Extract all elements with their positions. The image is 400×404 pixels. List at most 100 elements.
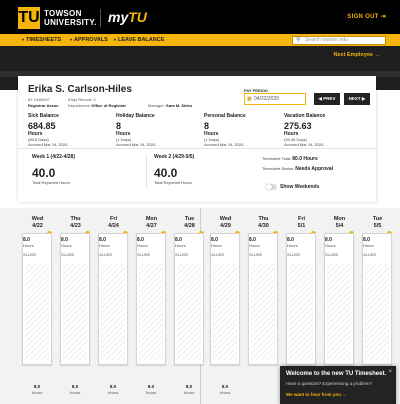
employee-panel: Erika S. Carlson-Hiles ID: 0165097 Empl … (18, 76, 376, 202)
next-button[interactable]: NEXT ▶ (344, 93, 370, 105)
day-date: 5/5 (373, 223, 382, 229)
day-header: Fri 5/1 (283, 216, 320, 230)
entry-code: SLUSE (287, 252, 301, 257)
towson-logo-mark[interactable]: TU (18, 7, 40, 29)
timesheet-total: Timesheet Total: 80.0 Hours (262, 156, 318, 162)
day-of-week: Wed (31, 216, 44, 222)
nav-timesheets-label: TIMESHEETS (26, 37, 62, 43)
sign-out-button[interactable]: SIGN OUT ⇥ (347, 13, 386, 21)
day-column: Thu 4/30 (245, 208, 282, 230)
day-entry-card[interactable]: 8.0 Hours SLUSE (22, 233, 52, 365)
balance-value: 684.85 (28, 121, 56, 131)
day-entry-card[interactable]: 8.0 Hours SLUSE (98, 233, 128, 365)
next-row-entry[interactable]: 8.0 Hours (174, 384, 204, 395)
week-total-value: 40.0 (32, 166, 56, 180)
week-divider (146, 154, 147, 188)
day-of-week: Thu (258, 216, 269, 222)
panel-divider (18, 148, 376, 149)
show-weekends-toggle[interactable] (266, 184, 277, 190)
search-input[interactable]: ⚲ Search towson.edu (292, 35, 386, 45)
total-label: Timesheet Total: (262, 156, 292, 161)
towson-wordmark[interactable]: TOWSON UNIVERSITY. (44, 9, 97, 27)
day-date: 4/22 (32, 223, 43, 229)
day-of-week: Fri (297, 216, 306, 222)
entry-hours-label: Hours (61, 243, 72, 248)
next-row-entry[interactable]: 8.0 Hours (210, 384, 240, 395)
top-bar: TU TOWSON UNIVERSITY. myTU SIGN OUT ⇥ (0, 0, 400, 34)
day-date: 4/29 (220, 223, 231, 229)
logo-line-1: TOWSON (44, 9, 82, 18)
day-entry-card[interactable]: 8.0 Hours SLUSE (248, 233, 278, 365)
day-date: 4/28 (184, 223, 195, 229)
entry-hours-label: Hours (219, 390, 231, 395)
calendar-icon: ▦ (247, 96, 252, 102)
day-of-week: Mon (145, 216, 158, 222)
employee-title-text: Registrar Assoc (28, 103, 59, 108)
pay-period-input[interactable]: ▦ 04/22/2020 (244, 93, 306, 105)
next-row-entry[interactable]: 8.0 Hours (136, 384, 166, 395)
day-date: 4/27 (146, 223, 157, 229)
week-total-value: 40.0 (154, 166, 178, 180)
entry-code: SLUSE (249, 252, 263, 257)
status-label: Timesheet Status: (262, 166, 295, 171)
employee-id-label: ID: (28, 97, 34, 102)
balance-accrued: Accrued Mar 24, 2020 (204, 142, 244, 147)
day-column: Tue 4/28 (171, 208, 208, 230)
status-value: Needs Approval (295, 166, 334, 172)
week-title: Week 1 (4/22-4/28) (32, 154, 75, 160)
entry-code: SLUSE (363, 252, 377, 257)
week-title: Week 2 (4/29-5/5) (154, 154, 195, 160)
entry-code: SLUSE (175, 252, 189, 257)
mytu-prefix: my (108, 9, 129, 25)
day-of-week: Tue (372, 216, 383, 222)
next-employee-link[interactable]: Next Employee → (334, 51, 380, 59)
entry-hours-label: Hours (249, 243, 260, 248)
day-of-week: Wed (219, 216, 232, 222)
entry-hatch (251, 264, 275, 360)
next-row-entry[interactable]: 8.0 Hours (98, 384, 128, 395)
day-of-week: Tue (184, 216, 195, 222)
signout-arrow-icon: ⇥ (380, 14, 386, 20)
day-entry-card[interactable]: 8.0 Hours SLUSE (210, 233, 240, 365)
day-entry-card[interactable]: 8.0 Hours SLUSE (324, 233, 354, 365)
next-row-entry[interactable]: 8.0 Hours (22, 384, 52, 395)
day-entry-card[interactable]: 8.0 Hours SLUSE (362, 233, 392, 365)
welcome-toast: Welcome to the new TU Timesheet. Have a … (280, 366, 396, 404)
nav-leave-balance[interactable]: ▾ LEAVE BALANCE (114, 36, 164, 44)
balance-title: Holiday Balance (116, 113, 155, 119)
logo-line-2: UNIVERSITY. (44, 18, 97, 27)
entry-hours-label: Hours (287, 243, 298, 248)
manager-label: Manager: (148, 103, 165, 108)
next-row-entry[interactable]: 8.0 Hours (60, 384, 90, 395)
day-of-week: Mon (333, 216, 346, 222)
toast-feedback-link[interactable]: We want to hear from you → (286, 392, 347, 398)
balance-title: Sick Balance (28, 113, 59, 119)
prev-button[interactable]: ◀ PREV (314, 93, 340, 105)
day-header: Thu 4/23 (57, 216, 94, 230)
close-icon[interactable]: × (388, 369, 392, 376)
nav-approvals[interactable]: ▾ APPROVALS (70, 36, 108, 44)
day-column: Wed 4/22 (19, 208, 56, 230)
nav-timesheets[interactable]: ▾ TIMESHEETS (22, 36, 61, 44)
day-entry-card[interactable]: 8.0 Hours SLUSE (286, 233, 316, 365)
mytu-brand[interactable]: myTU (108, 8, 147, 26)
entry-hatch (63, 264, 87, 360)
balance-title: Vacation Balance (284, 113, 326, 119)
entry-hours-label: Hours (69, 390, 81, 395)
entry-hours-label: Hours (137, 243, 148, 248)
day-column: Tue 5/5 (359, 208, 396, 230)
day-header: Fri 4/24 (95, 216, 132, 230)
day-column: Fri 4/24 (95, 208, 132, 230)
total-value: 80.0 Hours (292, 156, 318, 162)
day-entry-card[interactable]: 8.0 Hours SLUSE (174, 233, 204, 365)
day-entry-card[interactable]: 8.0 Hours SLUSE (136, 233, 166, 365)
day-entry-card[interactable]: 8.0 Hours SLUSE (60, 233, 90, 365)
entry-hatch (177, 264, 201, 360)
empl-record: Empl Record: 0 (68, 97, 96, 102)
balance-value: 275.63 (284, 121, 312, 131)
entry-hours-label: Hours (325, 243, 336, 248)
search-icon: ⚲ (296, 36, 301, 43)
entry-code: SLUSE (137, 252, 151, 257)
day-of-week: Fri (109, 216, 118, 222)
day-date: 4/30 (258, 223, 269, 229)
